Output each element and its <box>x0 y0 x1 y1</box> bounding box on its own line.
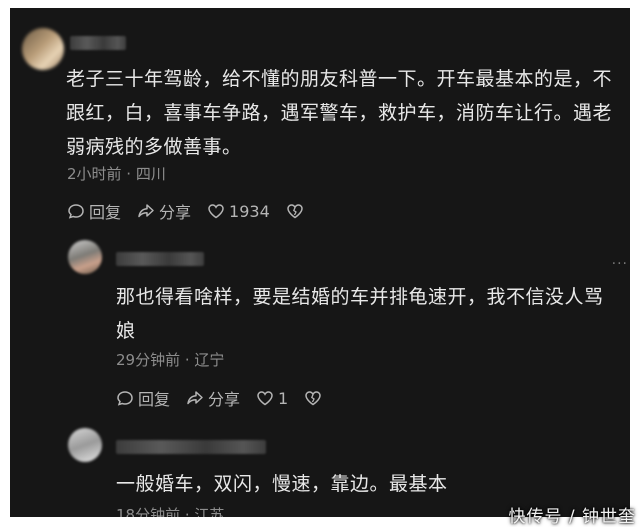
dislike-button[interactable] <box>286 202 304 220</box>
comment-meta: 2小时前 · 四川 <box>67 165 166 183</box>
avatar[interactable] <box>22 28 64 70</box>
reply-button[interactable]: 回复 <box>116 386 170 410</box>
broken-heart-icon <box>305 391 321 406</box>
like-button[interactable]: 1934 <box>207 202 270 221</box>
like-button[interactable]: 1 <box>256 389 288 408</box>
like-count: 1 <box>278 388 289 408</box>
comment-text: 老子三十年驾龄，给不懂的朋友科普一下。开车最基本的是，不跟红，白，喜事车争路，遇… <box>66 68 613 158</box>
username-blurred[interactable] <box>70 36 126 50</box>
share-button[interactable]: 分享 <box>186 386 240 410</box>
dislike-button[interactable] <box>304 389 322 407</box>
comment-text: 那也得看啥样，要是结婚的车并排龟速开，我不信没人骂娘 <box>116 286 604 342</box>
reply-icon <box>117 391 133 406</box>
heart-icon <box>257 391 273 406</box>
share-icon <box>187 391 203 405</box>
reply-label: 回复 <box>138 390 171 409</box>
share-button[interactable]: 分享 <box>137 199 191 223</box>
username-blurred[interactable] <box>116 440 266 454</box>
avatar[interactable] <box>68 240 102 274</box>
comment-meta: 18分钟前 · 江苏 <box>116 506 225 517</box>
share-label: 分享 <box>159 203 192 222</box>
comment-actions: 回复 分享 1934 <box>67 199 304 223</box>
comment-actions: 回复 分享 1 <box>116 386 322 410</box>
watermark: 快传号 / 钟世奎 <box>508 507 636 527</box>
reply-icon <box>68 204 84 219</box>
comment-meta: 29分钟前 · 辽宁 <box>116 351 225 369</box>
comment-text: 一般婚车，双闪，慢速，靠边。最基本 <box>116 473 448 495</box>
like-count: 1934 <box>229 201 270 221</box>
avatar[interactable] <box>68 428 102 462</box>
broken-heart-icon <box>286 204 303 219</box>
reply-button[interactable]: 回复 <box>67 199 121 223</box>
share-label: 分享 <box>208 390 241 409</box>
share-icon <box>138 204 154 218</box>
reply-label: 回复 <box>89 203 122 222</box>
more-menu-icon[interactable]: ··· <box>612 256 628 272</box>
comment-panel: 老子三十年驾龄，给不懂的朋友科普一下。开车最基本的是，不跟红，白，喜事车争路，遇… <box>10 8 630 517</box>
username-blurred[interactable] <box>116 252 204 266</box>
heart-icon <box>208 204 224 219</box>
